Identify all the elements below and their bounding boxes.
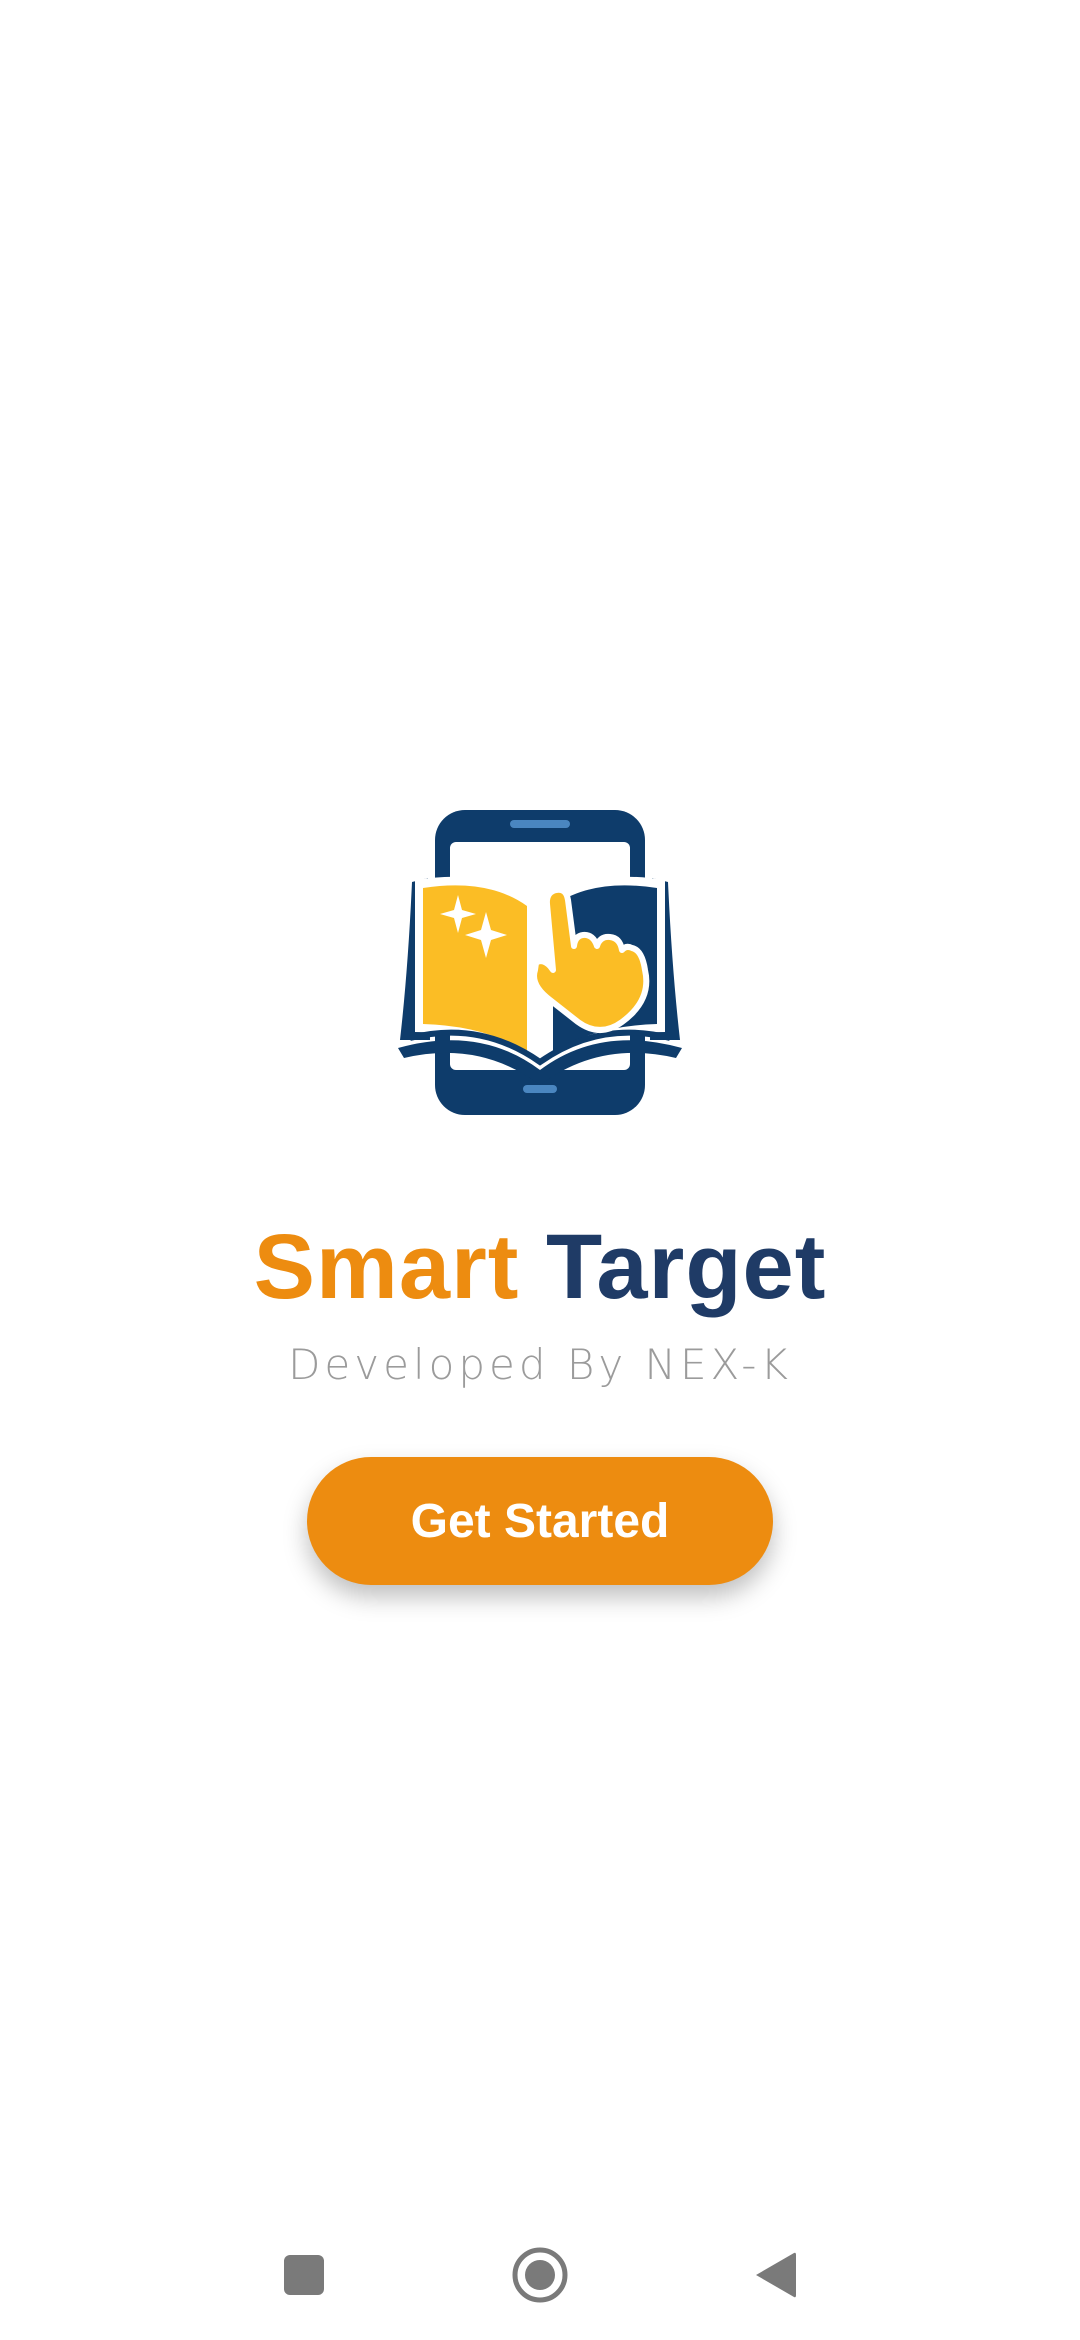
splash-screen: Smart Target Developed By NEX-K Get Star… [0,0,1080,2340]
app-title: Smart Target [0,1212,1080,1322]
back-button[interactable] [741,2240,811,2310]
app-title-part1: Smart [253,1216,520,1318]
app-title-part2: Target [546,1216,827,1318]
recents-square-icon [284,2255,324,2295]
home-circle-icon [512,2247,568,2303]
get-started-button[interactable]: Get Started [307,1457,773,1585]
home-button[interactable] [505,2240,575,2310]
back-triangle-icon [756,2252,796,2298]
recents-button[interactable] [269,2240,339,2310]
developer-credit: Developed By NEX-K [288,1340,792,1389]
app-logo-icon [398,810,682,1115]
system-nav-bar [0,2200,1080,2340]
